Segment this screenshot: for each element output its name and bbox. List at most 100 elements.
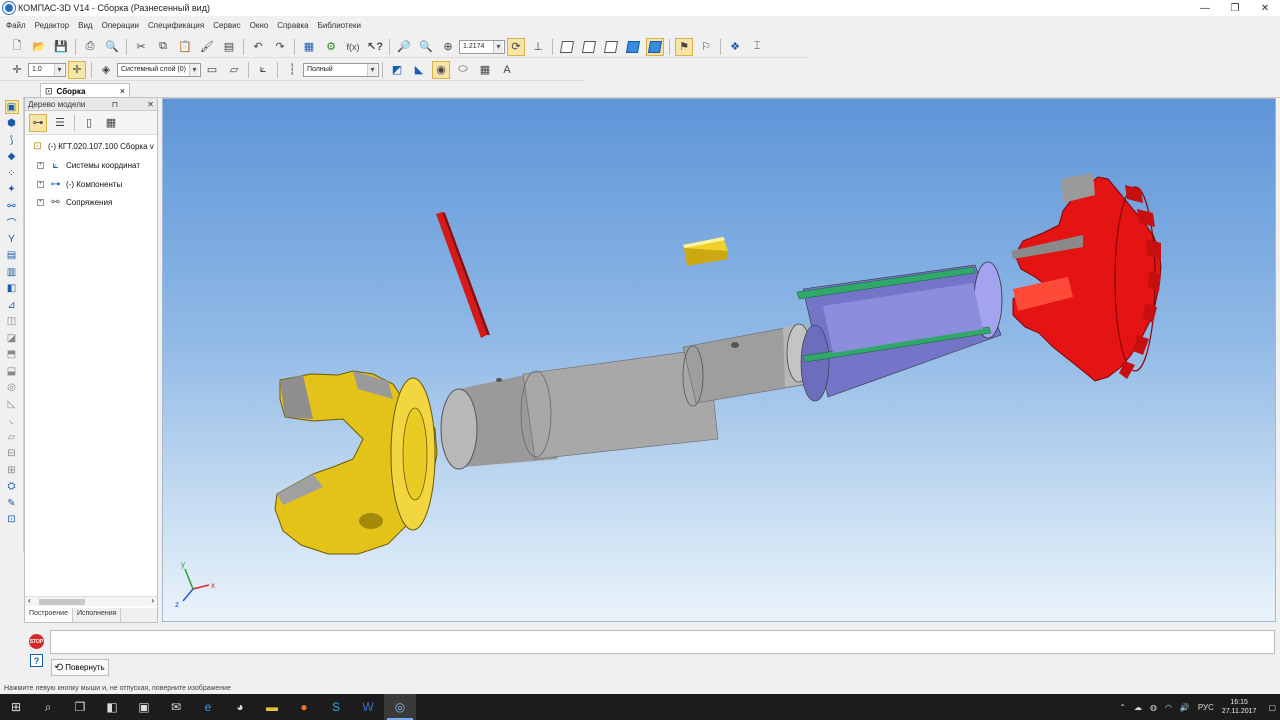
- grid-icon[interactable]: ▦: [476, 61, 494, 79]
- file-explorer-icon[interactable]: ▬: [256, 694, 288, 720]
- kompas-taskbar-icon[interactable]: ◎: [384, 694, 416, 720]
- editing-icon[interactable]: ✎: [5, 496, 19, 510]
- variables-icon[interactable]: f(x): [344, 38, 362, 56]
- rotate-icon[interactable]: ⟳: [507, 37, 525, 56]
- copy-icon[interactable]: ⧉: [154, 38, 172, 56]
- section-plane-icon[interactable]: ▱: [5, 430, 19, 444]
- menu-help[interactable]: Справка: [277, 21, 308, 30]
- panel-close-icon[interactable]: ✕: [147, 100, 154, 109]
- wireframe-icon[interactable]: [558, 38, 576, 56]
- media-player-icon[interactable]: ◕: [224, 694, 256, 720]
- wifi-icon[interactable]: ◠: [1165, 703, 1172, 712]
- preview-icon[interactable]: 🔍: [103, 38, 121, 56]
- scroll-left-icon[interactable]: ‹: [28, 596, 31, 605]
- shaft-part[interactable]: [440, 323, 812, 470]
- shaded-icon[interactable]: [624, 38, 642, 56]
- expand-icon[interactable]: +: [37, 162, 44, 169]
- mates-icon[interactable]: ⚯: [5, 199, 19, 213]
- tree-horizontal-scrollbar[interactable]: ‹ ›: [25, 596, 157, 606]
- surfaces-icon[interactable]: ◆: [5, 150, 19, 164]
- menu-window[interactable]: Окно: [250, 21, 269, 30]
- solid-icon[interactable]: ⬢: [5, 117, 19, 131]
- shaded-edges-icon[interactable]: [646, 37, 664, 56]
- explode-icon[interactable]: ⊞: [5, 463, 19, 477]
- gear-part[interactable]: [1011, 173, 1162, 382]
- display-mode-icon[interactable]: ◉: [432, 60, 450, 79]
- zoom-window-icon[interactable]: 🔎: [395, 38, 413, 56]
- layer-manager-icon[interactable]: ▱: [225, 61, 243, 79]
- properties-icon[interactable]: ▤: [220, 38, 238, 56]
- hidden-lines-icon[interactable]: [580, 38, 598, 56]
- selection-filter-icon[interactable]: ⚐: [697, 38, 715, 56]
- network-icon[interactable]: ◍: [1150, 703, 1157, 712]
- layer-select[interactable]: Системный слой (0): [117, 62, 201, 77]
- sheet-metal-icon[interactable]: ⊿: [5, 298, 19, 312]
- library-manager-icon[interactable]: ⚙: [322, 38, 340, 56]
- filter-icon[interactable]: ⚑: [675, 37, 693, 56]
- hole-icon[interactable]: ◎: [5, 381, 19, 395]
- redo-icon[interactable]: ↷: [271, 38, 289, 56]
- line-style-icon[interactable]: ┆: [283, 61, 301, 79]
- restore-button[interactable]: ❐: [1220, 0, 1250, 16]
- perspective-icon[interactable]: ⬭: [454, 61, 472, 79]
- onedrive-icon[interactable]: ☁: [1134, 703, 1142, 712]
- search-icon[interactable]: ⌕: [32, 694, 64, 720]
- components-icon[interactable]: ❖: [726, 38, 744, 56]
- help-icon[interactable]: ?: [30, 654, 43, 667]
- elements-icon[interactable]: ◧: [5, 282, 19, 296]
- view-orientation-icon[interactable]: ◩: [388, 61, 406, 79]
- section-icon[interactable]: ◣: [410, 61, 428, 79]
- tab-versions[interactable]: Исполнения: [73, 608, 122, 622]
- auxiliary-geometry-icon[interactable]: ✦: [5, 183, 19, 197]
- print-icon[interactable]: ⎙: [81, 38, 99, 56]
- create-component-icon[interactable]: ◪: [5, 331, 19, 345]
- expand-icon[interactable]: +: [37, 181, 44, 188]
- line-style-select[interactable]: Полный: [303, 62, 379, 77]
- library-tool-icon[interactable]: ⊡: [5, 513, 19, 527]
- context-help-icon[interactable]: ↖?: [366, 38, 384, 56]
- scale-select[interactable]: 1.0: [28, 62, 66, 77]
- app-icon-1[interactable]: ◧: [96, 694, 128, 720]
- spatial-curves-icon[interactable]: ⟆: [5, 133, 19, 147]
- menu-view[interactable]: Вид: [78, 21, 92, 30]
- tree-item-mates[interactable]: + ⚯ Сопряжения: [37, 196, 112, 209]
- word-icon[interactable]: W: [352, 694, 384, 720]
- manager-icon[interactable]: ▦: [300, 38, 318, 56]
- tree-root[interactable]: ⊡ (-) КГТ.020.107.100 Сборка v: [31, 140, 153, 153]
- language-indicator[interactable]: РУС: [1198, 703, 1214, 712]
- menu-service[interactable]: Сервис: [213, 21, 240, 30]
- cut-icon[interactable]: ✂: [132, 38, 150, 56]
- expand-icon[interactable]: +: [37, 199, 44, 206]
- key-part[interactable]: [683, 237, 728, 266]
- simplify-icon[interactable]: ⛭: [5, 480, 19, 494]
- tree-view-mode-icon[interactable]: ☰: [51, 114, 69, 132]
- tree-item-coordinate-systems[interactable]: + ⟀ Системы координат: [37, 159, 140, 172]
- specification-icon[interactable]: ▤: [5, 249, 19, 263]
- mail-icon[interactable]: ✉: [160, 694, 192, 720]
- save-icon[interactable]: 💾: [52, 38, 70, 56]
- hidden-thin-icon[interactable]: [602, 38, 620, 56]
- layer-properties-icon[interactable]: ▭: [203, 61, 221, 79]
- zoom-dynamic-icon[interactable]: 🔍: [417, 38, 435, 56]
- step-cursor-icon[interactable]: ✛: [8, 61, 26, 79]
- tray-chevron-icon[interactable]: ⌃: [1119, 703, 1126, 712]
- add-component-icon[interactable]: ◫: [5, 315, 19, 329]
- minimize-button[interactable]: —: [1190, 0, 1220, 16]
- tab-close-icon[interactable]: ×: [120, 86, 125, 96]
- chamfer-icon[interactable]: ◺: [5, 397, 19, 411]
- bushing-part[interactable]: [796, 261, 1003, 402]
- local-cs-icon[interactable]: ⟀: [254, 61, 272, 79]
- tree-structure-icon[interactable]: ⊶: [29, 113, 47, 132]
- tab-build[interactable]: Построение: [25, 608, 73, 622]
- pin-part[interactable]: [436, 212, 490, 338]
- notifications-icon[interactable]: ▢: [1268, 703, 1276, 712]
- menu-file[interactable]: Файл: [6, 21, 26, 30]
- paste-icon[interactable]: 📋: [176, 38, 194, 56]
- format-brush-icon[interactable]: 🖌: [198, 38, 216, 56]
- rotate-button[interactable]: ⟲ Повернуть: [51, 659, 109, 676]
- reports-icon[interactable]: ▥: [5, 265, 19, 279]
- tree-settings-icon[interactable]: ▦: [102, 114, 120, 132]
- coupling-part[interactable]: [274, 370, 438, 555]
- 3d-viewport[interactable]: y x z: [162, 98, 1276, 622]
- tree-list-icon[interactable]: ▯: [80, 114, 98, 132]
